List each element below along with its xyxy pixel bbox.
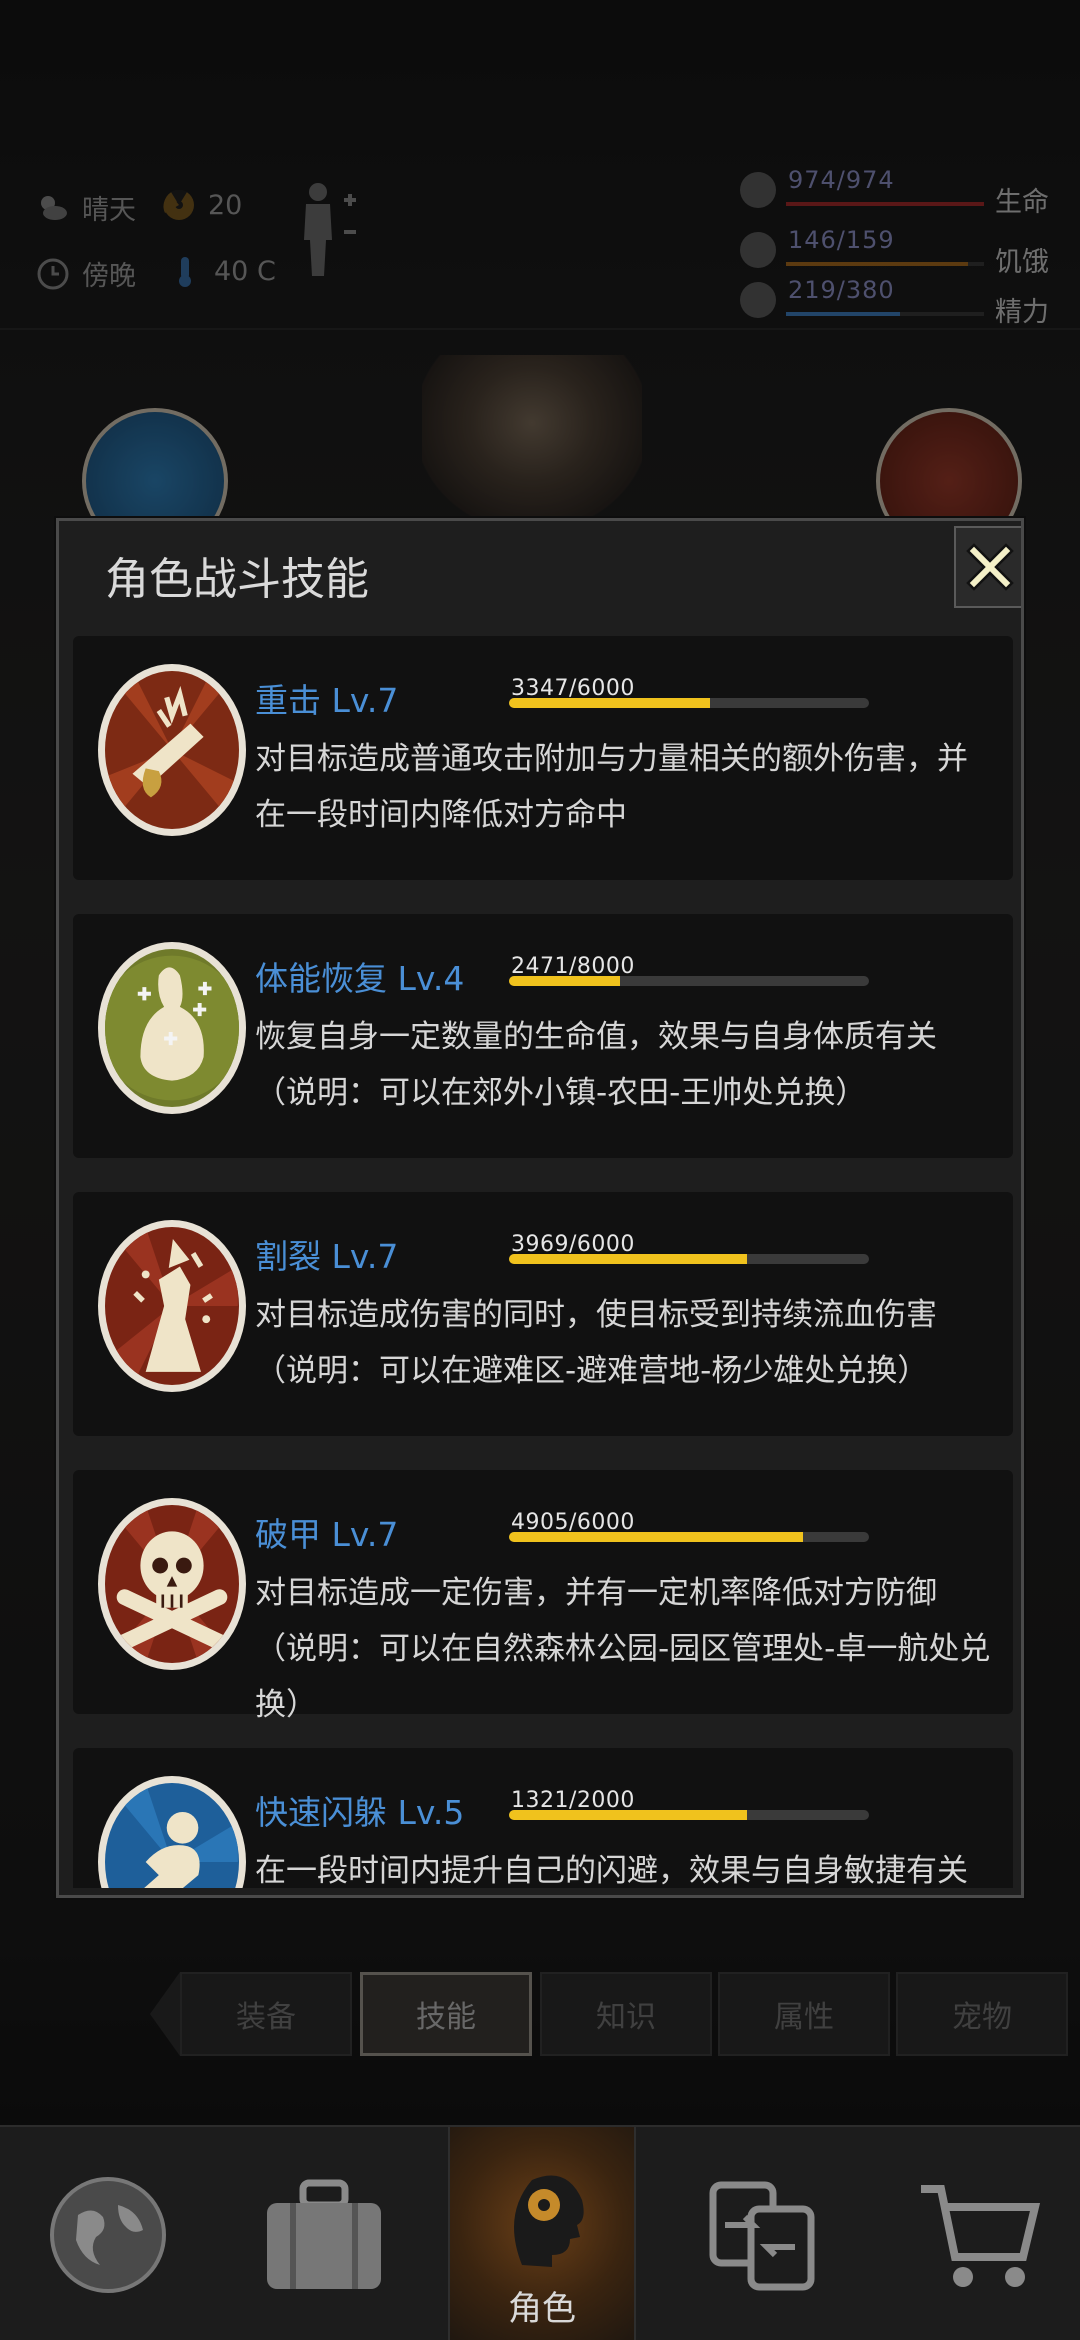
skill-name: 重击 Lv.7 bbox=[255, 681, 399, 720]
skill-icon-frame bbox=[98, 664, 246, 836]
skill-name: 体能恢复 Lv.4 bbox=[255, 959, 465, 998]
skill-progress-text: 3969/6000 bbox=[511, 1232, 635, 1257]
dialog-title: 角色战斗技能 bbox=[105, 554, 369, 605]
skill-name: 快速闪躲 Lv.5 bbox=[255, 1793, 465, 1832]
skill-icon-frame bbox=[98, 942, 246, 1114]
nav-shop[interactable] bbox=[872, 2127, 1080, 2340]
skill-description: 在一段时间内提升自己的闪避，效果与自身敏捷有关 bbox=[255, 1853, 968, 1888]
trade-exchange-icon bbox=[709, 2181, 815, 2290]
nav-backpack[interactable] bbox=[216, 2127, 432, 2340]
skill-description: 对目标造成普通攻击附加与力量相关的额外伤害，并在一段时间内降低对方命中 bbox=[255, 741, 968, 833]
skill-description: 恢复自身一定数量的生命值，效果与自身体质有关（说明：可以在郊外小镇-农田-王帅处… bbox=[255, 1019, 937, 1111]
skill-progress: 1321/2000 bbox=[509, 1788, 869, 1820]
close-icon bbox=[966, 543, 1014, 591]
skill-card-laceration[interactable]: 割裂 Lv.7 3969/6000 对目标造成伤害的同时，使目标受到持续流血伤害… bbox=[73, 1192, 1013, 1436]
skill-icon-frame bbox=[98, 1498, 246, 1670]
nav-character[interactable]: 角色 bbox=[448, 2127, 636, 2340]
bottom-navigation: 角色 bbox=[0, 2125, 1080, 2340]
skill-progress: 4905/6000 bbox=[509, 1510, 869, 1542]
heavy-strike-icon bbox=[106, 671, 238, 829]
character-head-icon bbox=[514, 2175, 584, 2267]
skill-card-quick-dodge[interactable]: 快速闪躲 Lv.5 1321/2000 在一段时间内提升自己的闪避，效果与自身敏… bbox=[73, 1748, 1013, 1888]
skill-progress: 3969/6000 bbox=[509, 1232, 869, 1264]
skill-progress-text: 3347/6000 bbox=[511, 676, 635, 701]
skill-description: 对目标造成一定伤害，并有一定机率降低对方防御（说明：可以在自然森林公园-园区管理… bbox=[255, 1575, 991, 1723]
skill-progress-text: 4905/6000 bbox=[511, 1510, 635, 1535]
skill-icon-frame bbox=[98, 1776, 246, 1888]
laceration-icon bbox=[106, 1227, 238, 1385]
skill-progress: 3347/6000 bbox=[509, 676, 869, 708]
combat-skills-dialog: 角色战斗技能 重击 Lv.7 3347/6000 对目标造成普通攻击附加与力量相… bbox=[56, 518, 1024, 1898]
shop-cart-icon bbox=[921, 2184, 1041, 2287]
skill-card-stamina-recovery[interactable]: 体能恢复 Lv.4 2471/8000 恢复自身一定数量的生命值，效果与自身体质… bbox=[73, 914, 1013, 1158]
quick-dodge-icon bbox=[106, 1783, 238, 1888]
skill-progress: 2471/8000 bbox=[509, 954, 869, 986]
close-button[interactable] bbox=[954, 526, 1021, 608]
skill-progress-text: 2471/8000 bbox=[511, 954, 635, 979]
nav-trade[interactable] bbox=[655, 2127, 871, 2340]
skill-list[interactable]: 重击 Lv.7 3347/6000 对目标造成普通攻击附加与力量相关的额外伤害，… bbox=[73, 636, 1013, 1888]
nav-map[interactable] bbox=[0, 2127, 216, 2340]
skill-name: 割裂 Lv.7 bbox=[255, 1237, 399, 1276]
armor-break-skull-icon bbox=[106, 1505, 238, 1663]
stamina-recovery-icon bbox=[105, 955, 239, 1101]
skill-card-heavy-strike[interactable]: 重击 Lv.7 3347/6000 对目标造成普通攻击附加与力量相关的额外伤害，… bbox=[73, 636, 1013, 880]
skill-card-armor-break[interactable]: 破甲 Lv.7 4905/6000 对目标造成一定伤害，并有一定机率降低对方防御… bbox=[73, 1470, 1013, 1723]
skill-icon-frame bbox=[98, 1220, 246, 1392]
skill-description: 对目标造成伤害的同时，使目标受到持续流血伤害（说明：可以在避难区-避难营地-杨少… bbox=[255, 1297, 937, 1389]
nav-character-label: 角色 bbox=[508, 2289, 576, 2329]
skill-name: 破甲 Lv.7 bbox=[255, 1515, 399, 1554]
skill-progress-text: 1321/2000 bbox=[511, 1788, 635, 1813]
map-globe-icon bbox=[50, 2176, 166, 2293]
backpack-icon bbox=[267, 2179, 381, 2289]
